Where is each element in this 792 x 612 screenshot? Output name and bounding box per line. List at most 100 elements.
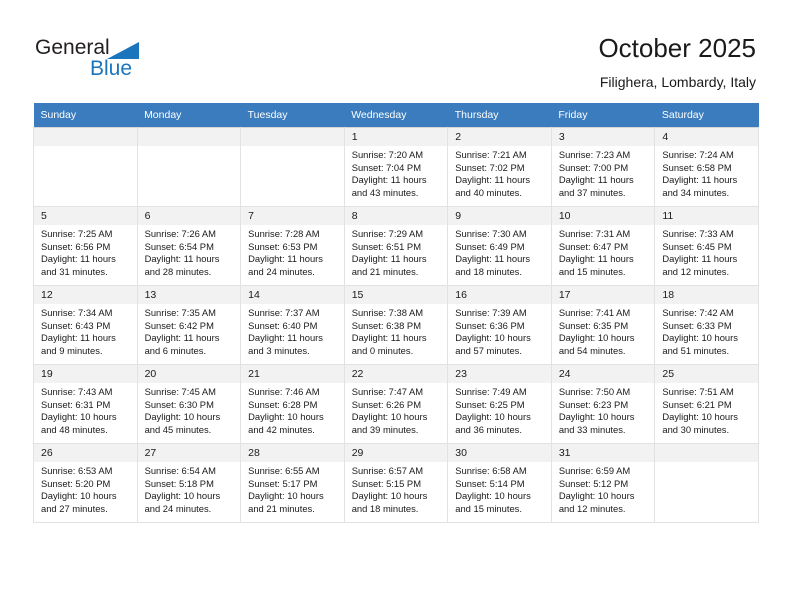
calendar-day-cell[interactable]: 14 Sunrise: 7:37 AM Sunset: 6:40 PM Dayligh…	[240, 285, 345, 365]
calendar-day-cell[interactable]: 31 Sunrise: 6:59 AM Sunset: 5:12 PM Dayligh…	[550, 443, 656, 523]
calendar-day-cell[interactable]: 4 Sunrise: 7:24 AM Sunset: 6:58 PM Daylight…	[654, 127, 759, 207]
calendar-day-cell[interactable]: 19 Sunrise: 7:43 AM Sunset: 6:31 PM Dayligh…	[33, 364, 138, 444]
sunrise-text: Sunrise: 7:51 AM	[662, 386, 734, 397]
day-number: 12	[34, 286, 137, 304]
calendar-day-cell[interactable]: 2 Sunrise: 7:21 AM Sunset: 7:02 PM Daylight…	[447, 127, 552, 207]
daylight-text: Daylight: 11 hours and 15 minutes.	[558, 253, 634, 277]
calendar-day-cell[interactable]: 12 Sunrise: 7:34 AM Sunset: 6:43 PM Dayligh…	[33, 285, 138, 365]
day-number: 20	[137, 365, 241, 383]
calendar-day-cell[interactable]: 13 Sunrise: 7:35 AM Sunset: 6:42 PM Dayligh…	[136, 285, 242, 365]
day-number	[137, 128, 241, 146]
sunset-text: Sunset: 6:40 PM	[248, 319, 318, 331]
weekday-header-sunday: Sunday	[33, 103, 138, 128]
sunrise-text: Sunrise: 7:46 AM	[248, 386, 320, 397]
day-number: 10	[551, 207, 655, 225]
calendar-day-cell[interactable]: 27 Sunrise: 6:54 AM Sunset: 5:18 PM Dayligh…	[136, 443, 242, 523]
daylight-text: Daylight: 10 hours and 27 minutes.	[41, 490, 117, 514]
sunrise-text: Sunrise: 6:58 AM	[455, 465, 527, 476]
calendar-day-cell[interactable]: 11 Sunrise: 7:33 AM Sunset: 6:45 PM Dayligh…	[654, 206, 759, 286]
sunset-text: Sunset: 6:54 PM	[144, 240, 214, 252]
day-number: 30	[448, 444, 551, 462]
daylight-text: Daylight: 10 hours and 36 minutes.	[455, 411, 531, 435]
daylight-text: Daylight: 11 hours and 34 minutes.	[662, 174, 738, 198]
sunrise-text: Sunrise: 7:41 AM	[558, 307, 631, 318]
day-number: 28	[241, 444, 344, 462]
sunset-text: Sunset: 6:21 PM	[662, 398, 732, 410]
sun-info: Sunrise: 7:46 AM Sunset: 6:28 PM Daylight:…	[241, 383, 344, 436]
sun-info: Sunrise: 6:57 AM Sunset: 5:15 PM Daylight:…	[345, 462, 448, 515]
sunset-text: Sunset: 7:04 PM	[351, 161, 421, 173]
sunrise-text: Sunrise: 7:21 AM	[455, 149, 527, 160]
calendar-day-cell-empty	[240, 127, 345, 207]
day-number: 17	[551, 286, 655, 304]
daylight-text: Daylight: 11 hours and 6 minutes.	[144, 332, 220, 356]
calendar-day-cell[interactable]: 7 Sunrise: 7:28 AM Sunset: 6:53 PM Daylight…	[240, 206, 345, 286]
page-header: General Blue October 2025 Filighera, Lom…	[0, 0, 792, 100]
sun-info: Sunrise: 6:58 AM Sunset: 5:14 PM Daylight:…	[448, 462, 551, 515]
weekday-header-tuesday: Tuesday	[240, 103, 345, 128]
calendar-day-cell[interactable]: 9 Sunrise: 7:30 AM Sunset: 6:49 PM Daylight…	[447, 206, 552, 286]
calendar-day-cell[interactable]: 23 Sunrise: 7:49 AM Sunset: 6:25 PM Dayligh…	[447, 364, 552, 444]
sunrise-text: Sunrise: 7:29 AM	[351, 228, 424, 239]
calendar-day-cell[interactable]: 16 Sunrise: 7:39 AM Sunset: 6:36 PM Dayligh…	[447, 285, 552, 365]
calendar-day-cell[interactable]: 21 Sunrise: 7:46 AM Sunset: 6:28 PM Dayligh…	[240, 364, 345, 444]
calendar-header-row: Sunday Monday Tuesday Wednesday Thursday…	[33, 103, 759, 128]
sunrise-text: Sunrise: 7:33 AM	[662, 228, 734, 239]
sunrise-text: Sunrise: 7:49 AM	[455, 386, 527, 397]
calendar-day-cell[interactable]: 29 Sunrise: 6:57 AM Sunset: 5:15 PM Dayligh…	[343, 443, 449, 523]
daylight-text: Daylight: 10 hours and 21 minutes.	[248, 490, 324, 514]
calendar-week-row: 26 Sunrise: 6:53 AM Sunset: 5:20 PM Dayligh…	[33, 443, 759, 523]
sun-info: Sunrise: 7:24 AM Sunset: 6:58 PM Daylight:…	[655, 146, 758, 199]
sunset-text: Sunset: 5:14 PM	[455, 477, 525, 489]
calendar-day-cell-empty	[136, 127, 242, 207]
calendar-day-cell[interactable]: 24 Sunrise: 7:50 AM Sunset: 6:23 PM Dayligh…	[550, 364, 656, 444]
sunset-text: Sunset: 6:42 PM	[144, 319, 214, 331]
sunset-text: Sunset: 6:23 PM	[558, 398, 629, 410]
calendar-day-cell[interactable]: 15 Sunrise: 7:38 AM Sunset: 6:38 PM Dayligh…	[343, 285, 449, 365]
calendar-day-cell[interactable]: 25 Sunrise: 7:51 AM Sunset: 6:21 PM Dayligh…	[654, 364, 759, 444]
sunrise-text: Sunrise: 6:53 AM	[41, 465, 113, 476]
brand-name-blue: Blue	[90, 57, 133, 80]
daylight-text: Daylight: 10 hours and 51 minutes.	[662, 332, 738, 356]
calendar-day-cell-empty	[33, 127, 138, 207]
calendar-day-cell[interactable]: 17 Sunrise: 7:41 AM Sunset: 6:35 PM Dayligh…	[550, 285, 656, 365]
weekday-header-thursday: Thursday	[447, 103, 552, 128]
calendar-day-cell[interactable]: 20 Sunrise: 7:45 AM Sunset: 6:30 PM Dayligh…	[136, 364, 242, 444]
sunrise-text: Sunrise: 7:43 AM	[41, 386, 113, 397]
sunset-text: Sunset: 5:12 PM	[558, 477, 629, 489]
calendar-table: Sunday Monday Tuesday Wednesday Thursday…	[33, 103, 759, 523]
calendar-day-cell[interactable]: 28 Sunrise: 6:55 AM Sunset: 5:17 PM Dayligh…	[240, 443, 345, 523]
daylight-text: Daylight: 10 hours and 15 minutes.	[455, 490, 531, 514]
sun-info: Sunrise: 7:31 AM Sunset: 6:47 PM Daylight:…	[552, 225, 655, 278]
sunset-text: Sunset: 6:51 PM	[351, 240, 421, 252]
sun-info: Sunrise: 7:34 AM Sunset: 6:43 PM Daylight:…	[34, 304, 137, 357]
sun-info: Sunrise: 7:50 AM Sunset: 6:23 PM Daylight:…	[552, 383, 655, 436]
sunset-text: Sunset: 6:33 PM	[662, 319, 732, 331]
sun-info: Sunrise: 6:54 AM Sunset: 5:18 PM Daylight:…	[138, 462, 241, 515]
calendar-day-cell[interactable]: 10 Sunrise: 7:31 AM Sunset: 6:47 PM Dayligh…	[550, 206, 656, 286]
calendar-day-cell[interactable]: 18 Sunrise: 7:42 AM Sunset: 6:33 PM Dayligh…	[654, 285, 759, 365]
calendar-day-cell[interactable]: 3 Sunrise: 7:23 AM Sunset: 7:00 PM Daylight…	[550, 127, 656, 207]
daylight-text: Daylight: 11 hours and 40 minutes.	[455, 174, 531, 198]
sunrise-text: Sunrise: 6:55 AM	[248, 465, 320, 476]
day-number: 3	[551, 128, 655, 146]
day-number	[655, 444, 758, 462]
calendar-day-cell[interactable]: 5 Sunrise: 7:25 AM Sunset: 6:56 PM Daylight…	[33, 206, 138, 286]
daylight-text: Daylight: 10 hours and 57 minutes.	[455, 332, 531, 356]
calendar-day-cell[interactable]: 22 Sunrise: 7:47 AM Sunset: 6:26 PM Dayligh…	[343, 364, 449, 444]
sun-info: Sunrise: 7:42 AM Sunset: 6:33 PM Daylight:…	[655, 304, 758, 357]
daylight-text: Daylight: 11 hours and 43 minutes.	[351, 174, 427, 198]
sunset-text: Sunset: 5:20 PM	[41, 477, 111, 489]
calendar-day-cell[interactable]: 26 Sunrise: 6:53 AM Sunset: 5:20 PM Dayligh…	[33, 443, 138, 523]
calendar-day-cell[interactable]: 6 Sunrise: 7:26 AM Sunset: 6:54 PM Daylight…	[136, 206, 242, 286]
brand-logo[interactable]: General Blue	[35, 36, 255, 88]
calendar-day-cell[interactable]: 8 Sunrise: 7:29 AM Sunset: 6:51 PM Daylight…	[343, 206, 449, 286]
daylight-text: Daylight: 10 hours and 12 minutes.	[558, 490, 635, 514]
day-number: 19	[34, 365, 137, 383]
daylight-text: Daylight: 10 hours and 39 minutes.	[351, 411, 428, 435]
sun-info: Sunrise: 7:26 AM Sunset: 6:54 PM Daylight:…	[138, 225, 241, 278]
calendar-day-cell[interactable]: 30 Sunrise: 6:58 AM Sunset: 5:14 PM Dayligh…	[447, 443, 552, 523]
sun-info: Sunrise: 7:41 AM Sunset: 6:35 PM Daylight:…	[552, 304, 655, 357]
sunset-text: Sunset: 6:35 PM	[558, 319, 629, 331]
calendar-day-cell[interactable]: 1 Sunrise: 7:20 AM Sunset: 7:04 PM Daylight…	[343, 127, 449, 207]
